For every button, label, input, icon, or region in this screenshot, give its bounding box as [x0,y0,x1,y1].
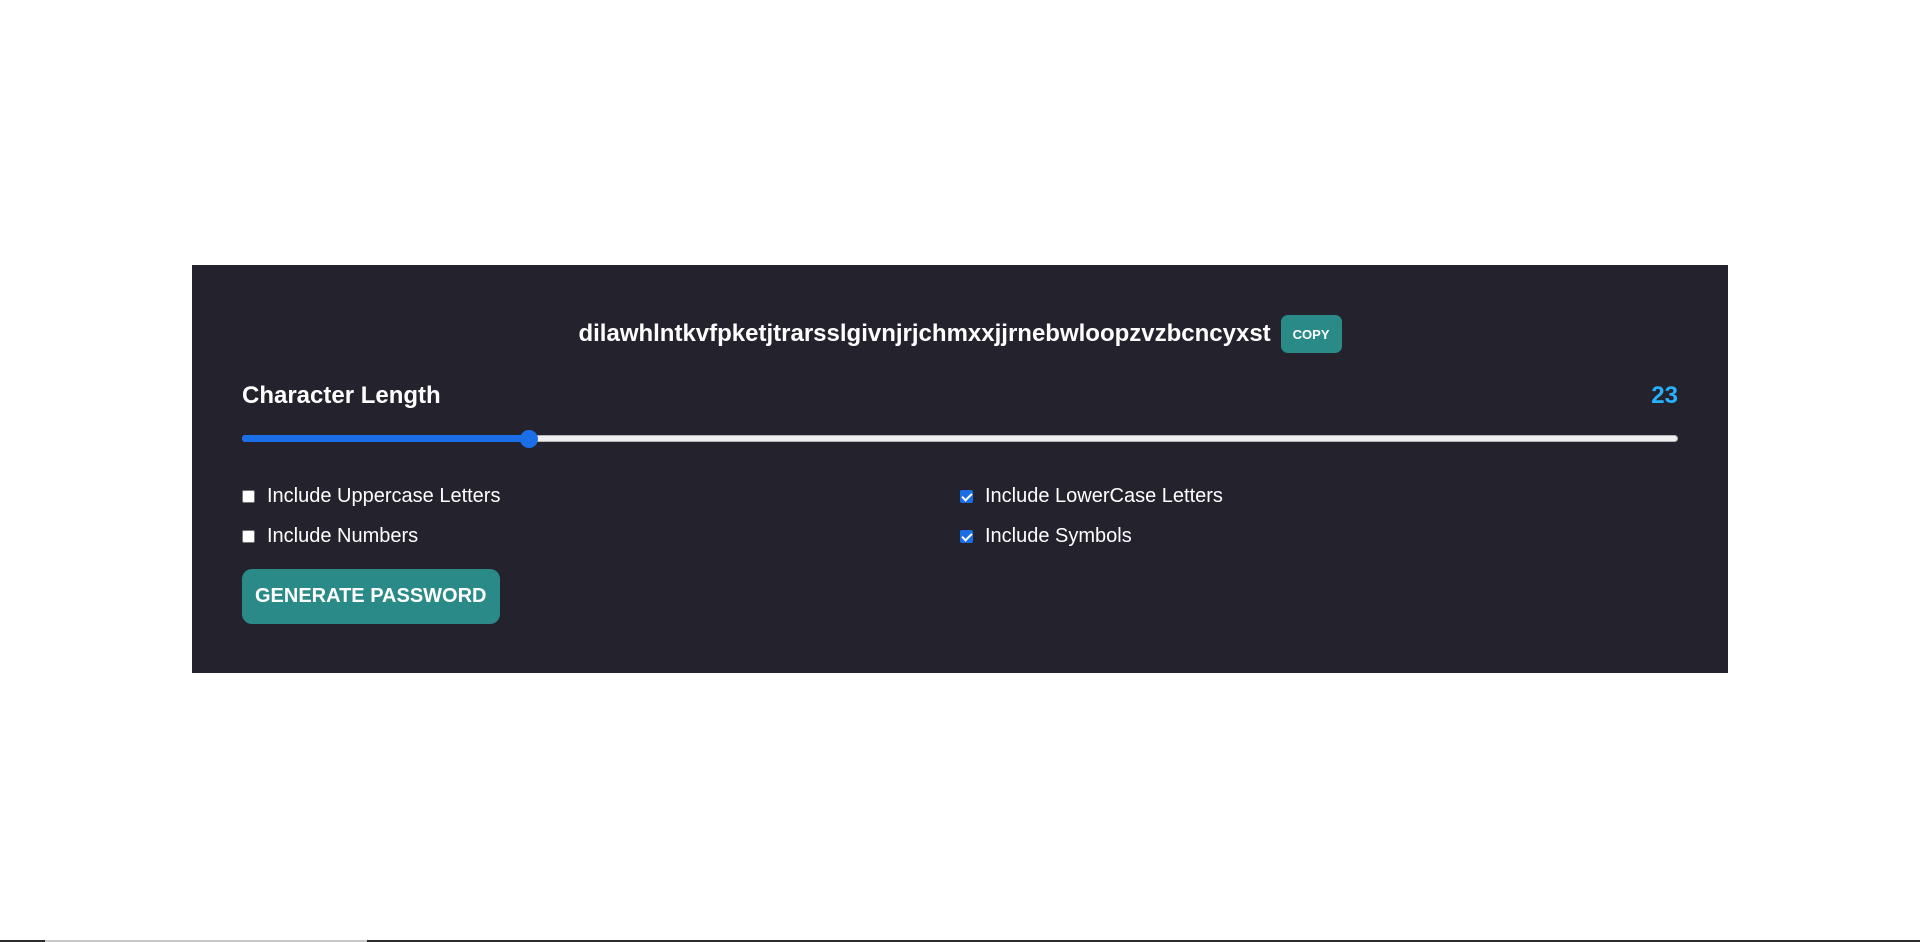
slider-thumb[interactable] [520,430,539,448]
generate-password-button[interactable]: GENERATE PASSWORD [242,569,500,624]
character-length-slider[interactable] [242,430,1678,448]
option-lowercase[interactable]: Include LowerCase Letters [960,485,1678,508]
character-length-value: 23 [1651,382,1678,409]
option-symbols[interactable]: Include Symbols [960,525,1678,548]
numbers-checkbox[interactable] [242,530,255,543]
character-length-label: Character Length [242,382,441,409]
options-grid: Include Uppercase Letters Include LowerC… [242,485,1678,548]
uppercase-checkbox[interactable] [242,490,255,503]
option-uppercase[interactable]: Include Uppercase Letters [242,485,960,508]
copy-button[interactable]: COPY [1280,315,1342,353]
option-numbers[interactable]: Include Numbers [242,525,960,548]
slider-fill [242,435,530,442]
symbols-checkbox[interactable] [960,530,973,543]
password-generator-card: dilawhlntkvfpketjtrarsslgivnjrjchmxxjjrn… [192,265,1728,673]
password-display-row: dilawhlntkvfpketjtrarsslgivnjrjchmxxjjrn… [192,315,1728,353]
generated-password: dilawhlntkvfpketjtrarsslgivnjrjchmxxjjrn… [578,320,1271,347]
character-length-row: Character Length 23 [242,382,1678,410]
option-symbols-label: Include Symbols [985,525,1132,547]
option-uppercase-label: Include Uppercase Letters [267,485,501,507]
option-numbers-label: Include Numbers [267,525,419,547]
lowercase-checkbox[interactable] [960,490,973,503]
option-lowercase-label: Include LowerCase Letters [985,485,1223,507]
